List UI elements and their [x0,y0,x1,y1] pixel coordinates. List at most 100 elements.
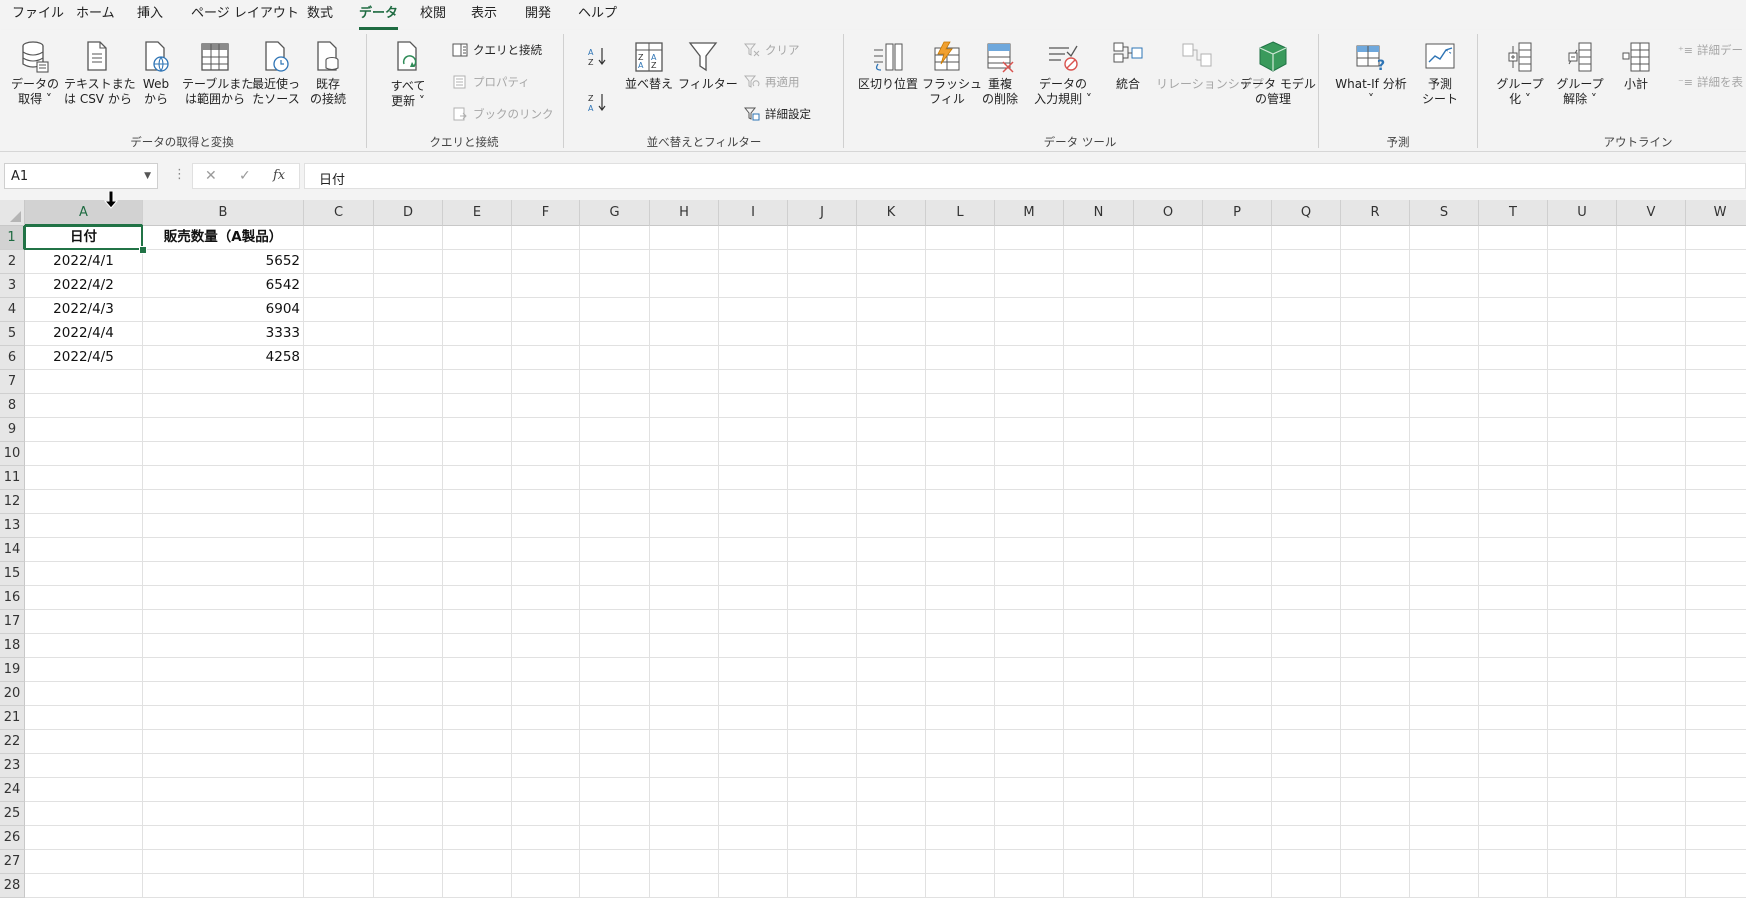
cell-q1[interactable] [1272,226,1341,250]
cell-e3[interactable] [443,274,512,298]
cell-m8[interactable] [995,394,1064,418]
cell-p6[interactable] [1203,346,1272,370]
cell-v28[interactable] [1617,874,1686,898]
cell-s21[interactable] [1410,706,1479,730]
cell-d10[interactable] [374,442,443,466]
cell-u13[interactable] [1548,514,1617,538]
cell-r5[interactable] [1341,322,1410,346]
cell-n23[interactable] [1064,754,1134,778]
cell-u27[interactable] [1548,850,1617,874]
row-header-1[interactable]: 1 [0,226,25,250]
row-header-9[interactable]: 9 [0,418,25,442]
cell-o5[interactable] [1134,322,1203,346]
cell-r25[interactable] [1341,802,1410,826]
consolidate-button[interactable]: 統合 [1108,40,1148,92]
cell-a2[interactable]: 2022/4/1 [25,250,143,274]
cell-f21[interactable] [512,706,580,730]
cell-g22[interactable] [580,730,650,754]
row-header-11[interactable]: 11 [0,466,25,490]
cell-a28[interactable] [25,874,143,898]
row-header-27[interactable]: 27 [0,850,25,874]
cell-d23[interactable] [374,754,443,778]
cell-l16[interactable] [926,586,995,610]
from-text-csv-button[interactable]: テキストまた は CSV から [64,40,136,107]
cell-v20[interactable] [1617,682,1686,706]
column-header-j[interactable]: J [788,200,857,226]
cell-g13[interactable] [580,514,650,538]
cell-e15[interactable] [443,562,512,586]
cell-p19[interactable] [1203,658,1272,682]
cell-w13[interactable] [1686,514,1746,538]
cell-r17[interactable] [1341,610,1410,634]
cell-b28[interactable] [143,874,304,898]
cell-s26[interactable] [1410,826,1479,850]
cell-t27[interactable] [1479,850,1548,874]
cell-i17[interactable] [719,610,788,634]
cell-e6[interactable] [443,346,512,370]
cell-u2[interactable] [1548,250,1617,274]
cell-i28[interactable] [719,874,788,898]
cell-h13[interactable] [650,514,719,538]
cell-m22[interactable] [995,730,1064,754]
menu-tab-3[interactable]: ページ レイアウト [191,5,299,23]
cell-u23[interactable] [1548,754,1617,778]
cell-k28[interactable] [857,874,926,898]
cell-n25[interactable] [1064,802,1134,826]
cell-p26[interactable] [1203,826,1272,850]
menu-tab-6[interactable]: 校閲 [420,5,446,23]
group-button[interactable]: グループ 化 ˅ [1494,40,1546,107]
cell-q13[interactable] [1272,514,1341,538]
cell-i12[interactable] [719,490,788,514]
cell-f28[interactable] [512,874,580,898]
cell-b8[interactable] [143,394,304,418]
text-to-columns-button[interactable]: 区切り位置 [858,40,918,92]
cell-h23[interactable] [650,754,719,778]
cell-v6[interactable] [1617,346,1686,370]
cell-c4[interactable] [304,298,374,322]
subtotal-button[interactable]: 小計 [1614,40,1658,92]
cell-s17[interactable] [1410,610,1479,634]
cell-a14[interactable] [25,538,143,562]
cell-i2[interactable] [719,250,788,274]
cell-u20[interactable] [1548,682,1617,706]
cell-f9[interactable] [512,418,580,442]
sort-descending-button[interactable]: Z A [586,92,610,116]
cell-w21[interactable] [1686,706,1746,730]
cell-v1[interactable] [1617,226,1686,250]
cell-g1[interactable] [580,226,650,250]
cell-l18[interactable] [926,634,995,658]
cell-p28[interactable] [1203,874,1272,898]
cell-w5[interactable] [1686,322,1746,346]
cell-i3[interactable] [719,274,788,298]
cell-b12[interactable] [143,490,304,514]
cell-v10[interactable] [1617,442,1686,466]
cell-q20[interactable] [1272,682,1341,706]
cell-t16[interactable] [1479,586,1548,610]
cell-c9[interactable] [304,418,374,442]
cell-a22[interactable] [25,730,143,754]
cell-d5[interactable] [374,322,443,346]
cell-t1[interactable] [1479,226,1548,250]
cell-c27[interactable] [304,850,374,874]
cell-f10[interactable] [512,442,580,466]
cell-v19[interactable] [1617,658,1686,682]
cell-e20[interactable] [443,682,512,706]
cell-g18[interactable] [580,634,650,658]
cell-a27[interactable] [25,850,143,874]
cell-k15[interactable] [857,562,926,586]
cell-j5[interactable] [788,322,857,346]
cell-c1[interactable] [304,226,374,250]
cell-j21[interactable] [788,706,857,730]
menu-tab-7[interactable]: 表示 [471,5,497,23]
cell-a4[interactable]: 2022/4/3 [25,298,143,322]
cell-k1[interactable] [857,226,926,250]
cell-v18[interactable] [1617,634,1686,658]
cell-g23[interactable] [580,754,650,778]
cell-l5[interactable] [926,322,995,346]
cell-t8[interactable] [1479,394,1548,418]
cell-f12[interactable] [512,490,580,514]
column-header-w[interactable]: W [1686,200,1746,226]
cell-i14[interactable] [719,538,788,562]
cell-t14[interactable] [1479,538,1548,562]
cell-p22[interactable] [1203,730,1272,754]
